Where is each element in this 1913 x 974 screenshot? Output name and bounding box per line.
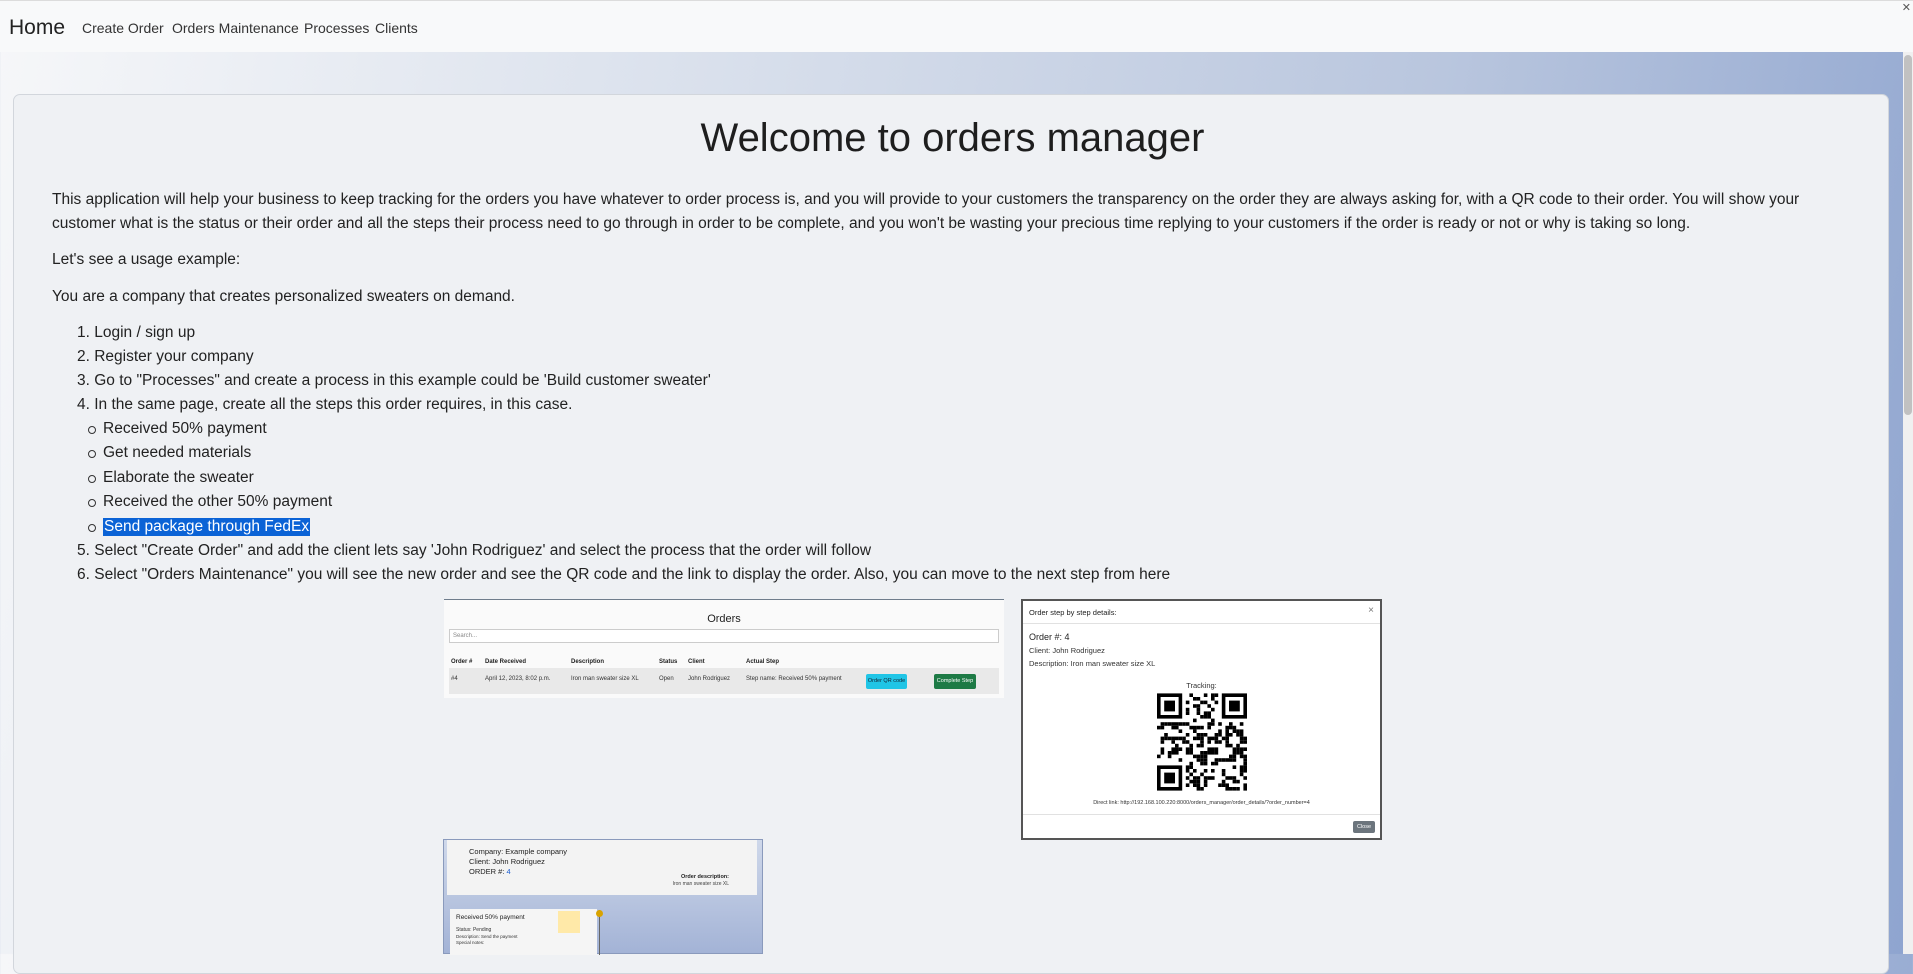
tracking-screenshot: Company: Example company Client: John Ro…	[443, 839, 763, 955]
table-cell: Step name: Received 50% payment	[746, 676, 842, 682]
orders-screenshot: Orders Search... Order # Date Received D…	[444, 599, 1004, 698]
order-details-screenshot: Order step by step details: × Order #: 4…	[1021, 599, 1382, 840]
column-header: Actual Step	[746, 659, 780, 665]
scrollbar-thumb[interactable]	[1904, 55, 1912, 415]
intro-paragraph: This application will help your business…	[52, 191, 1800, 232]
bullet-icon	[88, 475, 96, 483]
usage-heading: Let's see a usage example:	[52, 251, 241, 268]
column-header: Order #	[451, 659, 473, 665]
nav-processes[interactable]: Processes	[304, 20, 369, 36]
close-button: Close	[1353, 821, 1375, 833]
step-description: Description: Send the payment	[456, 934, 518, 939]
client-name: Client: John Rodriguez	[1029, 646, 1105, 655]
complete-step-button: Complete Step	[934, 674, 976, 689]
bullet-icon	[88, 450, 96, 458]
table-cell: John Rodriguez	[688, 676, 731, 682]
nav-clients[interactable]: Clients	[375, 20, 418, 36]
orders-title: Orders	[707, 613, 741, 625]
pending-badge-icon	[558, 911, 580, 933]
qr-code-icon	[1157, 693, 1247, 791]
nav-home-link[interactable]: Home	[9, 16, 65, 40]
client-name: Client: John Rodriguez	[469, 857, 545, 866]
company-name: Company: Example company	[469, 847, 567, 856]
top-navbar: Home Create Order Orders Maintenance Pro…	[0, 0, 1913, 52]
divider	[1023, 623, 1380, 624]
bullet-icon	[88, 426, 96, 434]
step-title: Received 50% payment	[456, 914, 525, 921]
order-qr-button: Order QR code	[866, 674, 907, 689]
bullet-icon	[88, 499, 96, 507]
scenario-text: You are a company that creates personali…	[52, 288, 515, 305]
tracking-label: Tracking:	[1186, 681, 1217, 690]
search-input: Search...	[449, 629, 999, 643]
step-status: Status: Pending	[456, 927, 492, 933]
nav-create-order[interactable]: Create Order	[82, 20, 164, 36]
step-item: 3. Go to "Processes" and create a proces…	[77, 372, 711, 389]
table-cell: #4	[451, 676, 458, 682]
table-cell: Open	[659, 676, 674, 682]
order-number: Order #: 4	[1029, 632, 1070, 642]
order-number: ORDER #: 4	[469, 867, 511, 876]
close-icon[interactable]: ✕	[1902, 1, 1911, 14]
table-cell: April 12, 2023, 8:02 p.m.	[485, 676, 551, 682]
column-header: Description	[571, 659, 605, 665]
step-item: 6. Select "Orders Maintenance" you will …	[77, 566, 1171, 583]
order-summary-box: Company: Example company Client: John Ro…	[447, 840, 757, 895]
modal-header: Order step by step details:	[1029, 608, 1117, 617]
column-header: Date Received	[485, 659, 527, 665]
step-item: 4. In the same page, create all the step…	[77, 396, 573, 413]
nav-orders-maintenance[interactable]: Orders Maintenance	[172, 20, 299, 36]
step-item: 2. Register your company	[77, 348, 254, 365]
page-title: Welcome to orders manager	[700, 116, 1205, 160]
step-item: 1. Login / sign up	[77, 324, 196, 341]
divider	[1023, 814, 1380, 815]
table-cell: Iron man sweater size XL	[571, 676, 639, 682]
order-description-label: Order description:	[681, 874, 729, 880]
step-notes: Special notes:	[456, 940, 485, 945]
column-header: Client	[688, 659, 705, 665]
bullet-icon	[88, 524, 96, 532]
column-header: Status	[659, 659, 678, 665]
close-icon: ×	[1368, 605, 1374, 616]
order-description: Iron man sweater size XL	[672, 881, 729, 887]
step-item: 5. Select "Create Order" and add the cli…	[77, 542, 872, 559]
timeline-dot	[596, 910, 603, 917]
direct-link: Direct link: http://192.168.100.220:8000…	[1093, 800, 1310, 806]
order-description: Description: Iron man sweater size XL	[1029, 659, 1156, 668]
